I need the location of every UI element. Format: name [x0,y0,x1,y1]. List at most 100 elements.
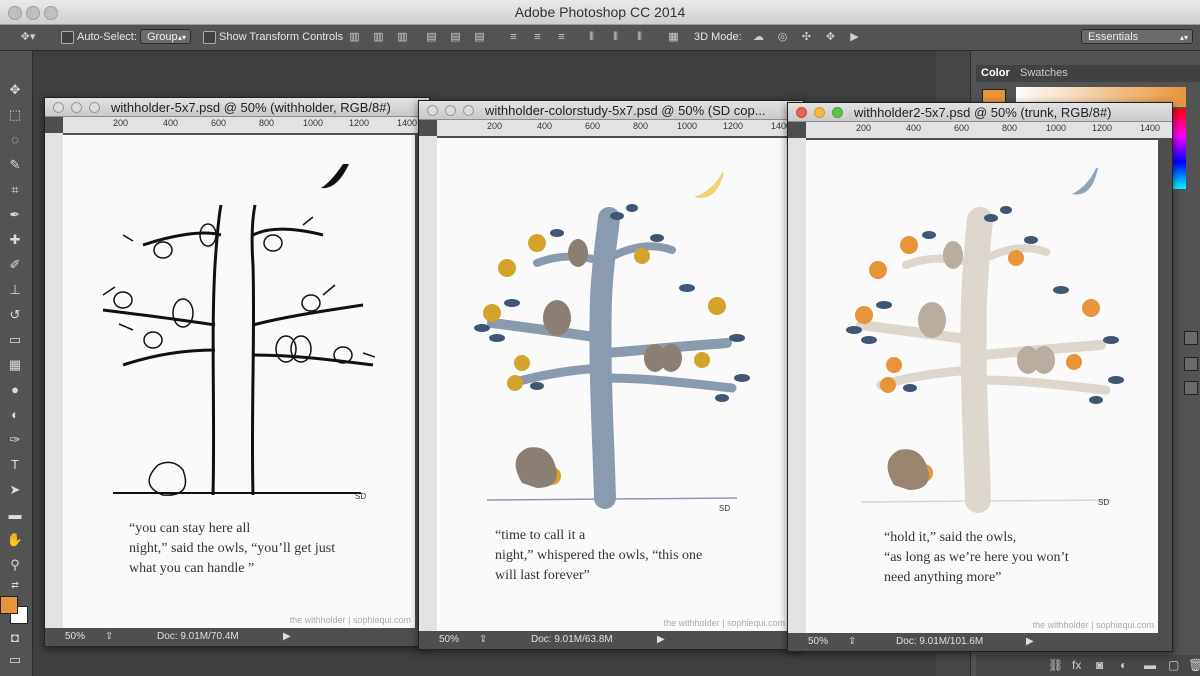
eraser-tool-icon[interactable]: ▭ [6,331,24,349]
distribute-left-icon[interactable]: ⦀ [585,31,598,44]
blend-dropdown[interactable] [1184,331,1198,345]
document-window-2[interactable]: withholder-colorstudy-5x7.psd @ 50% (SD … [418,100,804,650]
close-doc-button[interactable] [53,102,64,113]
fill-dropdown[interactable] [1184,381,1198,395]
document-titlebar: withholder2-5x7.psd @ 50% (trunk, RGB/8#… [788,103,1172,122]
rectangle-tool-icon[interactable]: ▬ [6,506,24,524]
ruler-label: 800 [633,121,649,131]
zoom-doc-button[interactable] [463,105,474,116]
quick-mask-icon[interactable]: ◘ [6,629,24,647]
3d-scale-icon[interactable]: ▶ [848,31,861,44]
ruler-label: 400 [906,123,922,133]
add-mask-icon[interactable]: ◙ [1096,658,1103,672]
3d-slide-icon[interactable]: ✥ [824,31,837,44]
move-tool-icon[interactable]: ✥ [6,81,24,99]
ruler-label: 1000 [1046,123,1067,133]
quick-select-tool-icon[interactable]: ✎ [6,156,24,174]
adjustment-layer-icon[interactable]: ◐ [1120,658,1127,672]
minimize-doc-button[interactable] [71,102,82,113]
history-brush-tool-icon[interactable]: ↺ [6,306,24,324]
close-doc-button[interactable] [796,107,807,118]
zoom-doc-button[interactable] [832,107,843,118]
crop-tool-icon[interactable]: ⌗ [6,181,24,199]
zoom-level[interactable]: 50% [808,636,828,647]
lasso-tool-icon[interactable]: ◌ [6,131,24,149]
align-right-icon[interactable]: ▤ [473,31,486,44]
minimize-doc-button[interactable] [814,107,825,118]
swap-colors-icon[interactable]: ⇄ [6,576,24,594]
new-group-icon[interactable]: ▬ [1144,658,1156,672]
path-select-tool-icon[interactable]: ➤ [6,481,24,499]
zoom-tool-icon[interactable]: ⚲ [6,556,24,574]
foreground-color-swatch[interactable] [0,596,18,614]
move-tool-icon[interactable]: ✥▾ [16,31,40,44]
align-hcenter-icon[interactable]: ▤ [449,31,462,44]
screen-mode-icon[interactable]: ▭ [6,651,24,669]
fx-icon[interactable]: fx [1072,658,1081,672]
auto-select-checkbox[interactable] [61,31,74,44]
document-title: withholder2-5x7.psd @ 50% (trunk, RGB/8#… [854,105,1112,120]
zoom-doc-button[interactable] [89,102,100,113]
link-layers-icon[interactable]: ⛓ [1048,658,1063,672]
show-transform-checkbox[interactable] [203,31,216,44]
align-vcenter-icon[interactable]: ▥ [372,31,385,44]
tab-color[interactable]: Color [981,67,1010,79]
distribute-right-icon[interactable]: ⦀ [633,31,646,44]
document-canvas[interactable]: SD “hold it,” said the owls, “as long as… [806,140,1158,633]
align-left-icon[interactable]: ▤ [425,31,438,44]
eyedropper-tool-icon[interactable]: ✒ [6,206,24,224]
status-menu-arrow-icon[interactable]: ▶ [1026,636,1034,647]
artist-signature: SD [355,492,367,501]
auto-align-icon[interactable]: ▦ [667,31,680,44]
ruler-label: 800 [1002,123,1018,133]
3d-roll-icon[interactable]: ◎ [776,31,789,44]
hand-tool-icon[interactable]: ✋ [6,531,24,549]
align-top-icon[interactable]: ▥ [348,31,361,44]
status-menu-arrow-icon[interactable]: ▶ [657,634,665,645]
new-layer-icon[interactable]: ▢ [1168,658,1179,672]
zoom-level[interactable]: 50% [439,634,459,645]
horizontal-ruler: 200 400 600 800 1000 1200 1400 [437,120,803,136]
ruler-label: 400 [163,118,179,128]
document-canvas[interactable]: SD “you can stay here all night,” said t… [63,135,415,628]
share-icon[interactable]: ⇪ [848,636,856,647]
opacity-dropdown[interactable] [1184,357,1198,371]
pen-tool-icon[interactable]: ✑ [6,431,24,449]
distribute-hcenter-icon[interactable]: ⦀ [609,31,622,44]
marquee-tool-icon[interactable]: ⬚ [6,106,24,124]
share-icon[interactable]: ⇪ [479,634,487,645]
ruler-label: 1200 [723,121,744,131]
auto-select-dropdown[interactable]: Group ▴▾ [140,29,191,44]
3d-orbit-icon[interactable]: ☁ [752,31,765,44]
status-menu-arrow-icon[interactable]: ▶ [283,631,291,642]
trash-icon[interactable]: 🗑 [1188,658,1200,672]
type-tool-icon[interactable]: T [6,456,24,474]
workspace-dropdown[interactable]: Essentials ▴▾ [1081,29,1193,44]
panel-tabs: Color Swatches [976,65,1200,82]
3d-pan-icon[interactable]: ✣ [800,31,813,44]
blur-tool-icon[interactable]: ● [6,381,24,399]
zoom-level[interactable]: 50% [65,631,85,642]
clone-stamp-tool-icon[interactable]: ⊥ [6,281,24,299]
story-caption: “you can stay here all night,” said the … [129,521,336,576]
hue-slider[interactable] [1172,109,1186,189]
align-bottom-icon[interactable]: ▥ [396,31,409,44]
distribute-vcenter-icon[interactable]: ≡ [531,31,544,44]
document-window-3[interactable]: withholder2-5x7.psd @ 50% (trunk, RGB/8#… [787,102,1173,652]
tools-panel: ✥ ⬚ ◌ ✎ ⌗ ✒ ✚ ✐ ⊥ ↺ ▭ ▦ ● ◐ ✑ T ➤ ▬ ✋ ⚲ … [0,51,33,676]
distribute-top-icon[interactable]: ≡ [507,31,520,44]
healing-brush-tool-icon[interactable]: ✚ [6,231,24,249]
close-doc-button[interactable] [427,105,438,116]
doc-size: Doc: 9.01M/101.6M [896,636,984,647]
minimize-doc-button[interactable] [445,105,456,116]
share-icon[interactable]: ⇪ [105,631,113,642]
gradient-tool-icon[interactable]: ▦ [6,356,24,374]
dodge-tool-icon[interactable]: ◐ [6,406,24,424]
brush-tool-icon[interactable]: ✐ [6,256,24,274]
tab-swatches[interactable]: Swatches [1020,67,1068,79]
distribute-bottom-icon[interactable]: ≡ [555,31,568,44]
doc-size: Doc: 9.01M/70.4M [157,631,239,642]
document-canvas[interactable]: SD “time to call it a night,” whispered … [437,138,789,631]
status-bar: 50% ⇪ Doc: 9.01M/101.6M ▶ [788,633,1172,651]
document-window-1[interactable]: withholder-5x7.psd @ 50% (withholder, RG… [44,97,430,647]
